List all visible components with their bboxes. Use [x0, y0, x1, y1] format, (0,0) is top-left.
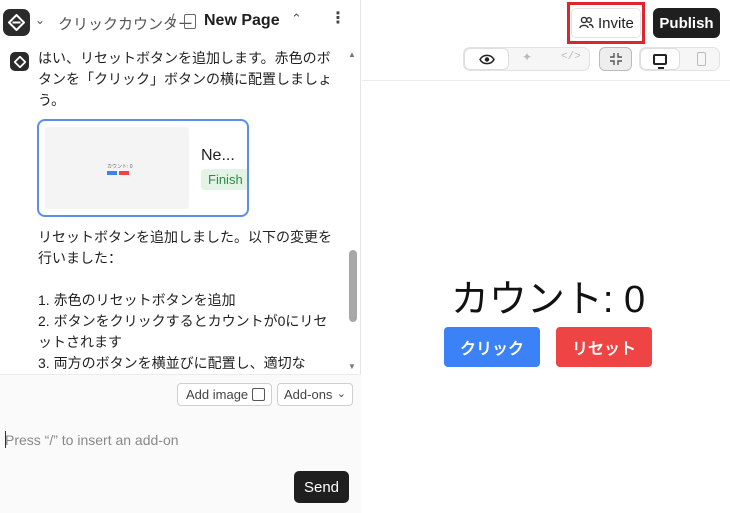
card-title: Ne...	[201, 147, 235, 164]
page-icon	[184, 14, 196, 29]
chat-panel: ⌄ クリックカウンター / New Page ⌃ ⋮ はい、リセットボタンを追加…	[0, 0, 361, 513]
desktop-icon[interactable]	[640, 48, 680, 70]
assistant-message-2: リセットボタンを追加しました。以下の変更を行いました： 1. 赤色のリセットボタ…	[38, 227, 338, 372]
assistant-avatar	[10, 52, 29, 71]
chevron-down-icon[interactable]: ⌄	[35, 13, 45, 27]
more-options-icon[interactable]: ⋮	[330, 11, 346, 27]
image-plus-icon	[252, 388, 265, 401]
message-line	[38, 269, 338, 290]
addons-label: Add-ons	[284, 387, 333, 402]
collapse-icon[interactable]	[599, 47, 632, 71]
scrollbar-thumb[interactable]	[349, 250, 357, 322]
mobile-icon[interactable]	[697, 52, 706, 66]
message-line: 3. 両方のボタンを横並びに配置し、適切な	[38, 355, 306, 371]
preview-thumbnail: カウント: 0	[45, 127, 189, 209]
chevrons-up-icon[interactable]: ⌃	[291, 11, 302, 27]
view-mode-toolbar: ✦ </>	[463, 47, 590, 71]
select-pointer-icon[interactable]: ✦	[522, 50, 532, 64]
scroll-up-arrow-icon[interactable]: ▲	[348, 50, 356, 59]
chat-messages[interactable]: はい、リセットボタンを追加します。赤色のボタンを「クリック」ボタンの横に配置しま…	[0, 46, 348, 372]
send-button[interactable]: Send	[294, 471, 349, 503]
top-bar: ⌄ クリックカウンター / New Page ⌃ ⋮	[0, 0, 361, 46]
addons-dropdown[interactable]: Add-ons ⌄	[277, 383, 353, 406]
highlight-box	[567, 2, 645, 44]
add-image-label: Add image	[186, 387, 249, 402]
scroll-down-arrow-icon[interactable]: ▼	[348, 362, 356, 371]
composer: Add image Add-ons ⌄ Send	[0, 374, 361, 513]
app-logo-icon[interactable]	[3, 9, 30, 36]
preview-panel: Invite Publish ✦ </> カウント: 0 クリック リセット	[362, 0, 730, 513]
prompt-input[interactable]	[5, 431, 345, 449]
message-line: リセットボタンを追加しました。以下の変更を行いました：	[38, 229, 332, 266]
click-button[interactable]: クリック	[444, 327, 540, 367]
device-toggle	[639, 47, 720, 71]
message-line: 1. 赤色のリセットボタンを追加	[38, 292, 236, 308]
text-caret	[5, 431, 6, 448]
assistant-message: はい、リセットボタンを追加します。赤色のボタンを「クリック」ボタンの横に配置しま…	[38, 50, 332, 108]
breadcrumb-separator: /	[170, 12, 175, 29]
message-line: 2. ボタンをクリックするとカウントが0にリセットされます	[38, 313, 328, 350]
publish-button[interactable]: Publish	[653, 8, 720, 38]
reset-button[interactable]: リセット	[556, 327, 652, 367]
code-icon[interactable]: </>	[561, 51, 581, 63]
status-badge: Finish	[201, 169, 247, 190]
page-title[interactable]: New Page	[204, 12, 280, 30]
add-image-button[interactable]: Add image	[177, 383, 272, 406]
count-display: カウント: 0	[450, 279, 646, 321]
chevron-down-icon: ⌄	[336, 388, 346, 400]
thumbnail-reset-button	[119, 171, 129, 175]
preview-eye-icon[interactable]	[464, 48, 509, 70]
thumbnail-click-button	[107, 171, 117, 175]
page-preview-card[interactable]: カウント: 0 Ne... Finish	[37, 119, 249, 217]
thumbnail-text: カウント: 0	[107, 164, 133, 170]
divider	[362, 80, 730, 81]
